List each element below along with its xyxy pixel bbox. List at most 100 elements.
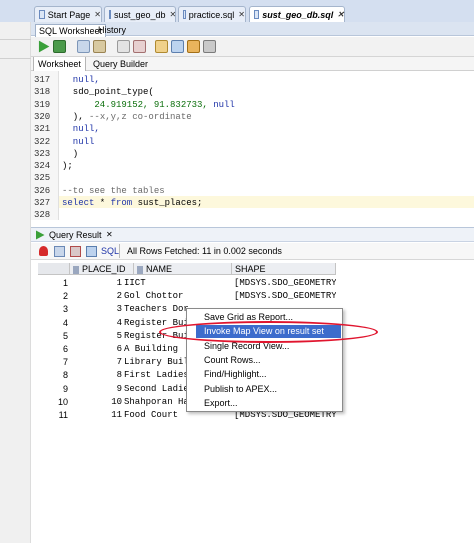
row-number-header bbox=[38, 263, 70, 275]
format-icon[interactable] bbox=[187, 40, 200, 53]
run-statement-icon[interactable] bbox=[38, 40, 50, 53]
context-menu-item[interactable]: Export... bbox=[196, 397, 341, 410]
close-icon[interactable]: ✕ bbox=[94, 10, 101, 19]
row-number[interactable]: 7 bbox=[38, 356, 68, 369]
row-number[interactable]: 9 bbox=[38, 383, 68, 396]
code-line[interactable]: select * from sust_places; bbox=[62, 198, 202, 208]
cell-place-id[interactable]: 10 bbox=[70, 396, 122, 409]
tab-label: sust_geo_db.sql bbox=[262, 9, 334, 20]
code-line[interactable]: null, bbox=[62, 75, 100, 85]
toolbar-divider bbox=[119, 244, 120, 258]
explain-plan-icon[interactable] bbox=[93, 40, 106, 53]
line-number: 320 bbox=[34, 111, 51, 122]
context-menu-item[interactable]: Find/Highlight... bbox=[196, 368, 341, 381]
code-line[interactable]: null bbox=[62, 136, 95, 147]
export-icon[interactable] bbox=[54, 246, 65, 257]
row-number[interactable]: 8 bbox=[38, 369, 68, 382]
cell-place-id[interactable]: 6 bbox=[70, 343, 122, 356]
context-menu-item[interactable]: Count Rows... bbox=[196, 354, 341, 367]
row-number[interactable]: 6 bbox=[38, 343, 68, 356]
cell-name[interactable]: IICT bbox=[124, 277, 232, 290]
cell-place-id[interactable]: 2 bbox=[70, 290, 122, 303]
code-token: --x,y,z co-ordinate bbox=[89, 111, 192, 122]
row-number[interactable]: 2 bbox=[38, 290, 68, 303]
row-number[interactable]: 4 bbox=[38, 317, 68, 330]
code-line[interactable]: ); bbox=[62, 161, 73, 171]
tab-history[interactable]: History bbox=[95, 24, 129, 37]
tab-practice-sql[interactable]: practice.sql ✕ bbox=[178, 6, 246, 22]
code-token: sdo_point_type( bbox=[62, 87, 154, 98]
cell-name[interactable]: Gol Chottor bbox=[124, 290, 232, 303]
column-header-name[interactable]: NAME bbox=[134, 263, 232, 275]
column-sort-icon bbox=[137, 265, 143, 274]
cell-place-id[interactable]: 1 bbox=[70, 277, 122, 290]
commit-icon[interactable] bbox=[117, 40, 130, 53]
cell-shape[interactable]: [MDSYS.SDO_GEOMETRY] bbox=[234, 290, 336, 303]
column-header-shape[interactable]: SHAPE bbox=[232, 263, 336, 275]
rollback-icon[interactable] bbox=[133, 40, 146, 53]
code-line[interactable]: --to see the tables bbox=[62, 186, 165, 196]
code-line[interactable]: ) bbox=[62, 149, 78, 159]
row-number[interactable]: 1 bbox=[38, 277, 68, 290]
query-result-tab-bar: Query Result ✕ bbox=[31, 227, 474, 242]
row-number[interactable]: 10 bbox=[38, 396, 68, 409]
left-sidebar-panel bbox=[0, 22, 31, 543]
clear-icon[interactable] bbox=[203, 40, 216, 53]
close-icon[interactable]: ✕ bbox=[170, 10, 177, 19]
code-token: null bbox=[213, 99, 235, 110]
cell-place-id[interactable]: 4 bbox=[70, 317, 122, 330]
tab-query-builder[interactable]: Query Builder bbox=[89, 57, 152, 71]
cell-shape[interactable]: [MDSYS.SDO_GEOMETRY] bbox=[234, 277, 336, 290]
code-token: sust_places; bbox=[132, 198, 203, 208]
cell-place-id[interactable]: 3 bbox=[70, 303, 122, 316]
tab-sust-geo-db-sql[interactable]: sust_geo_db.sql ✕ bbox=[249, 6, 345, 22]
query-result-toolbar: SQL All Rows Fetched: 11 in 0.002 second… bbox=[31, 243, 474, 260]
code-line[interactable]: ), --x,y,z co-ordinate bbox=[62, 112, 192, 122]
cell-place-id[interactable]: 7 bbox=[70, 356, 122, 369]
code-token: null, bbox=[62, 75, 100, 85]
fetch-status: All Rows Fetched: 11 in 0.002 seconds bbox=[127, 246, 282, 256]
sql-file-icon bbox=[183, 10, 186, 19]
code-token: --to see the tables bbox=[62, 185, 165, 196]
column-key-icon bbox=[73, 265, 79, 274]
sql-tuning-icon[interactable] bbox=[155, 40, 168, 53]
line-number: 318 bbox=[34, 87, 51, 98]
row-number[interactable]: 5 bbox=[38, 330, 68, 343]
tab-sust-geo-db[interactable]: sust_geo_db ✕ bbox=[104, 6, 176, 22]
cell-place-id[interactable]: 9 bbox=[70, 383, 122, 396]
code-token: from bbox=[110, 198, 133, 208]
pin-icon[interactable] bbox=[39, 246, 48, 256]
code-token: 24.919152, 91.832733, bbox=[62, 99, 214, 110]
autotrace-icon[interactable] bbox=[77, 40, 90, 53]
refresh-icon[interactable] bbox=[70, 246, 81, 257]
row-number[interactable]: 11 bbox=[38, 409, 68, 422]
row-number[interactable]: 3 bbox=[38, 303, 68, 316]
code-line[interactable]: sdo_point_type( bbox=[62, 87, 154, 97]
code-line[interactable]: 24.919152, 91.832733, null bbox=[62, 99, 235, 110]
close-icon[interactable]: ✕ bbox=[106, 230, 113, 239]
unshared-sql-icon[interactable] bbox=[171, 40, 184, 53]
sql-file-icon bbox=[254, 10, 260, 19]
sql-link[interactable]: SQL bbox=[101, 246, 119, 256]
close-icon[interactable]: ✕ bbox=[238, 10, 245, 19]
cell-place-id[interactable]: 8 bbox=[70, 369, 122, 382]
code-token: * bbox=[94, 198, 111, 208]
line-number: 319 bbox=[34, 99, 51, 110]
column-header-place-id[interactable]: PLACE_ID bbox=[70, 263, 134, 275]
code-line[interactable]: null, bbox=[62, 124, 100, 134]
tab-query-result[interactable]: Query Result bbox=[49, 230, 102, 240]
line-number: 325 bbox=[34, 173, 51, 184]
context-menu-item[interactable]: Publish to APEX... bbox=[196, 383, 341, 396]
code-token: null bbox=[62, 136, 95, 147]
red-highlight-annotation bbox=[159, 321, 378, 343]
tab-start-page[interactable]: Start Page ✕ bbox=[34, 6, 102, 22]
worksheet-toolbar bbox=[31, 37, 474, 57]
line-number: 323 bbox=[34, 148, 51, 159]
close-icon[interactable]: ✕ bbox=[337, 10, 344, 19]
tab-worksheet[interactable]: Worksheet bbox=[33, 57, 86, 71]
database-connection-icon bbox=[109, 10, 111, 19]
run-script-icon[interactable] bbox=[53, 40, 66, 53]
code-token: ), bbox=[62, 111, 90, 122]
cell-place-id[interactable]: 11 bbox=[70, 409, 122, 422]
cell-place-id[interactable]: 5 bbox=[70, 330, 122, 343]
